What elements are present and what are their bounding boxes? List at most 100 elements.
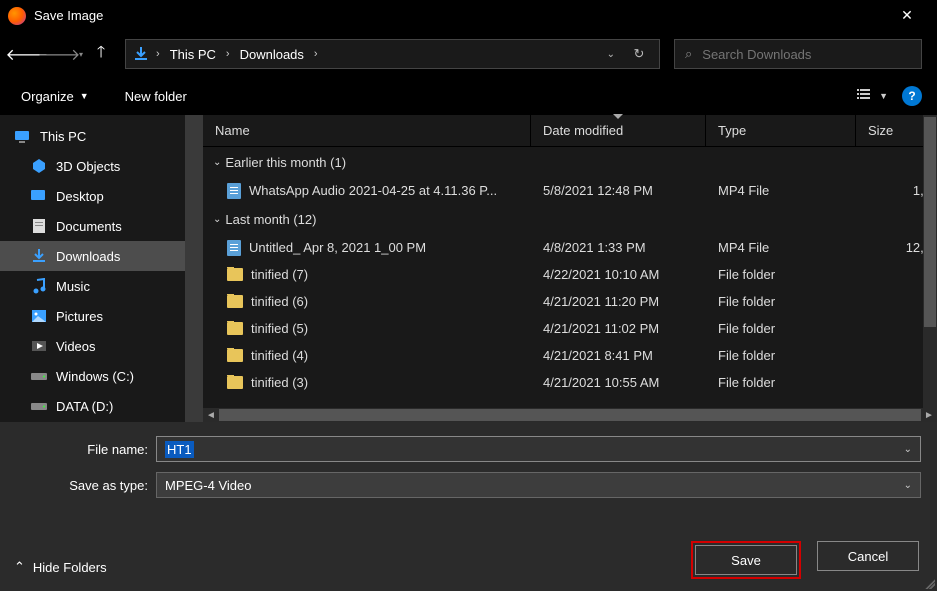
up-button[interactable]: 🡑 <box>91 41 111 68</box>
chevron-down-icon[interactable]: ⌄ <box>904 444 912 455</box>
file-name: WhatsApp Audio 2021-04-25 at 4.11.36 P..… <box>249 183 497 198</box>
sidebar-item-3d-objects[interactable]: 3D Objects <box>0 151 185 181</box>
filename-input[interactable]: HT1 ⌄ <box>156 436 921 462</box>
file-row[interactable]: tinified (6)4/21/2021 11:20 PMFile folde… <box>203 288 937 315</box>
search-icon: ⌕ <box>685 46 692 62</box>
file-row[interactable]: tinified (7) 4/22/2021 10:10 AMFile folde… <box>203 261 937 288</box>
save-button[interactable]: Save <box>695 545 797 575</box>
folder-icon <box>227 268 243 281</box>
folder-icon <box>227 295 243 308</box>
chevron-down-icon: ▼ <box>80 91 89 101</box>
sidebar-item-label: 3D Objects <box>56 159 120 174</box>
file-row[interactable]: tinified (3)4/21/2021 10:55 AMFile folde… <box>203 369 937 396</box>
breadcrumb-downloads[interactable]: Downloads <box>236 47 308 62</box>
sidebar-item-label: This PC <box>40 129 86 144</box>
sidebar-item-label: Documents <box>56 219 122 234</box>
sidebar-item-music[interactable]: Music <box>0 271 185 301</box>
chevron-right-icon: › <box>314 48 318 60</box>
file-date: 5/8/2021 12:48 PM <box>531 183 706 198</box>
folder-icon <box>227 376 243 389</box>
filename-value: HT1 <box>165 441 194 458</box>
saveas-label: Save as type: <box>16 478 148 493</box>
file-date: 4/21/2021 8:41 PM <box>531 348 706 363</box>
chevron-right-icon: › <box>156 48 160 60</box>
chevron-down-icon[interactable]: ⌄ <box>904 480 912 491</box>
cancel-button[interactable]: Cancel <box>817 541 919 571</box>
sidebar-item-documents[interactable]: Documents <box>0 211 185 241</box>
file-row[interactable]: tinified (5)4/21/2021 11:02 PMFile folde… <box>203 315 937 342</box>
sidebar-item-desktop[interactable]: Desktop <box>0 181 185 211</box>
titlebar: Save Image ✕ <box>0 0 937 31</box>
organize-label: Organize <box>21 89 74 104</box>
file-rows: ⌄ Earlier this month (1) WhatsApp Audio 2… <box>203 147 937 422</box>
search-box[interactable]: ⌕ <box>674 39 922 69</box>
sidebar-item-this-pc[interactable]: This PC <box>0 121 185 151</box>
file-type: File folder <box>706 375 856 390</box>
close-button[interactable]: ✕ <box>885 0 929 31</box>
horizontal-scrollbar[interactable]: ◄ ► <box>203 408 937 422</box>
organize-button[interactable]: Organize ▼ <box>15 85 95 108</box>
downloads-icon <box>132 47 150 61</box>
pictures-icon <box>30 308 48 324</box>
breadcrumb-this-pc[interactable]: This PC <box>166 47 220 62</box>
new-folder-button[interactable]: New folder <box>119 85 193 108</box>
search-input[interactable] <box>702 47 911 62</box>
file-row[interactable]: WhatsApp Audio 2021-04-25 at 4.11.36 P..… <box>203 177 937 204</box>
file-date: 4/22/2021 10:10 AM <box>531 267 706 282</box>
file-icon <box>227 240 241 256</box>
sidebar-item-label: DATA (D:) <box>56 399 113 414</box>
file-row[interactable]: tinified (4)4/21/2021 8:41 PMFile folder <box>203 342 937 369</box>
refresh-button[interactable]: ↻ <box>625 46 653 62</box>
toolbar: Organize ▼ New folder ▼ ? <box>0 77 937 115</box>
chevron-down-icon: ⌄ <box>213 214 221 225</box>
breadcrumb[interactable]: › This PC › Downloads › ⌄ ↻ <box>125 39 660 69</box>
file-list: Name Date modified Type Size ⌄ Earlier t… <box>203 115 937 422</box>
history-dropdown[interactable]: ▾ <box>79 50 83 59</box>
pc-icon <box>14 128 32 144</box>
documents-icon <box>30 218 48 234</box>
back-button[interactable]: 🡐 <box>15 42 39 66</box>
file-row[interactable]: Untitled_ Apr 8, 2021 1_00 PM 4/8/2021 1:… <box>203 234 937 261</box>
sidebar-item-label: Downloads <box>56 249 120 264</box>
file-name: tinified (7) <box>251 267 308 282</box>
resize-grip[interactable] <box>923 577 935 589</box>
sidebar-item-downloads[interactable]: Downloads <box>0 241 185 271</box>
sidebar-resizer[interactable] <box>185 115 203 422</box>
column-name[interactable]: Name <box>203 115 531 146</box>
sidebar-item-videos[interactable]: Videos <box>0 331 185 361</box>
sidebar-item-data-d-[interactable]: DATA (D:) <box>0 391 185 421</box>
file-type: File folder <box>706 348 856 363</box>
help-button[interactable]: ? <box>902 86 922 106</box>
hide-folders-button[interactable]: ⌃ Hide Folders <box>14 559 107 575</box>
sidebar-item-label: Music <box>56 279 90 294</box>
address-dropdown-icon[interactable]: ⌄ <box>607 49 615 60</box>
sidebar: This PC 3D Objects Desktop Documents Downloa… <box>0 115 185 422</box>
file-date: 4/21/2021 11:20 PM <box>531 294 706 309</box>
saveas-type-select[interactable]: MPEG-4 Video ⌄ <box>156 472 921 498</box>
file-group-header[interactable]: ⌄ Earlier this month (1) <box>203 147 937 177</box>
file-type: File folder <box>706 267 856 282</box>
sidebar-item-label: Windows (C:) <box>56 369 134 384</box>
file-date: 4/8/2021 1:33 PM <box>531 240 706 255</box>
main-area: This PC 3D Objects Desktop Documents Downloa… <box>0 115 937 422</box>
file-name: tinified (3) <box>251 375 308 390</box>
file-name: Untitled_ Apr 8, 2021 1_00 PM <box>249 240 426 255</box>
file-group-header[interactable]: ⌄ Last month (12) <box>203 204 937 234</box>
column-date[interactable]: Date modified <box>531 115 706 146</box>
column-type[interactable]: Type <box>706 115 856 146</box>
sidebar-item-label: Desktop <box>56 189 104 204</box>
chevron-up-icon: ⌃ <box>14 559 25 575</box>
filename-label: File name: <box>16 442 148 457</box>
sidebar-item-pictures[interactable]: Pictures <box>0 301 185 331</box>
chevron-right-icon: › <box>226 48 230 60</box>
downloads-icon <box>30 248 48 264</box>
window-title: Save Image <box>34 8 103 23</box>
view-options-button[interactable]: ▼ <box>857 89 888 103</box>
group-title: Last month (12) <box>225 212 316 227</box>
scroll-left-icon[interactable]: ◄ <box>203 408 219 422</box>
forward-button[interactable]: 🡒 <box>47 42 71 66</box>
sidebar-item-windows-c-[interactable]: Windows (C:) <box>0 361 185 391</box>
folder-icon <box>227 349 243 362</box>
scroll-right-icon[interactable]: ► <box>921 408 937 422</box>
vertical-scrollbar[interactable] <box>923 115 937 408</box>
